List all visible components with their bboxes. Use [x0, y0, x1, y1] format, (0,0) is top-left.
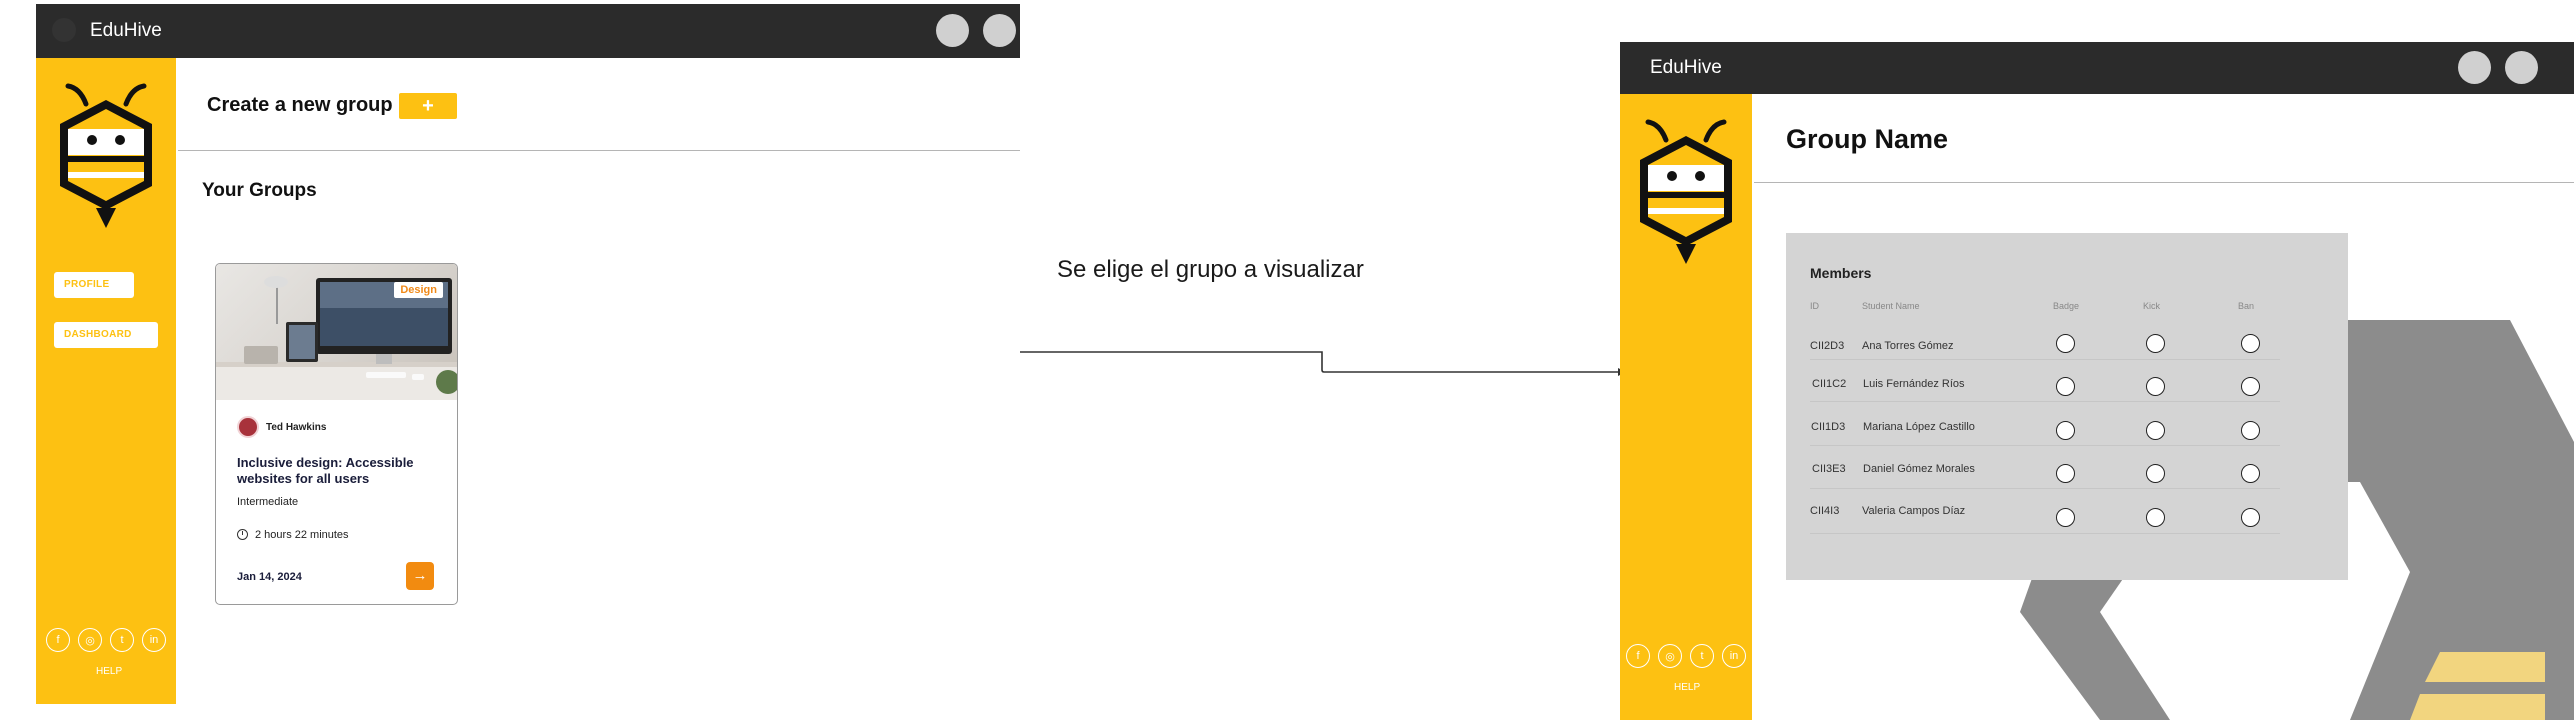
- app-title: EduHive: [1650, 57, 1722, 78]
- linkedin-icon[interactable]: in: [142, 628, 166, 652]
- sidebar-item-dashboard[interactable]: DASHBOARD: [54, 322, 158, 348]
- avatar: [237, 416, 259, 438]
- window-button-1[interactable]: [2458, 51, 2491, 84]
- badge-radio[interactable]: [2056, 377, 2075, 396]
- ban-radio[interactable]: [2241, 421, 2260, 440]
- member-name: Luis Fernández Ríos: [1863, 378, 1965, 390]
- member-id: CII1C2: [1812, 378, 1847, 390]
- member-name: Daniel Gómez Morales: [1863, 463, 1975, 475]
- create-group-label: Create a new group: [207, 94, 393, 116]
- kick-radio[interactable]: [2146, 334, 2165, 353]
- divider: [178, 150, 1020, 151]
- your-groups-heading: Your Groups: [202, 180, 317, 201]
- groups-screen: EduHive PROFILE DASHBOARD f ◎ t in HELP …: [36, 4, 1020, 704]
- card-image: Design: [216, 264, 457, 400]
- row-divider: [1810, 401, 2280, 402]
- kick-radio[interactable]: [2146, 464, 2165, 483]
- card-title: Inclusive design: Accessible websites fo…: [237, 455, 414, 486]
- linkedin-icon[interactable]: in: [1722, 644, 1746, 668]
- app-logo-icon: [52, 18, 76, 42]
- badge-radio[interactable]: [2056, 464, 2075, 483]
- bee-logo-icon: [1640, 119, 1732, 264]
- card-date: Jan 14, 2024: [237, 571, 302, 583]
- ban-radio[interactable]: [2241, 464, 2260, 483]
- members-title: Members: [1810, 265, 1872, 281]
- kick-radio[interactable]: [2146, 421, 2165, 440]
- kick-radio[interactable]: [2146, 377, 2165, 396]
- card-level: Intermediate: [237, 496, 299, 508]
- member-id: CII4I3: [1810, 505, 1840, 517]
- sidebar: PROFILE DASHBOARD f ◎ t in HELP: [36, 58, 176, 704]
- twitter-icon[interactable]: t: [110, 628, 134, 652]
- title-bar: EduHive: [1620, 42, 2574, 94]
- social-links: f ◎ t in: [1626, 644, 1746, 668]
- ban-radio[interactable]: [2241, 334, 2260, 353]
- ban-radio[interactable]: [2241, 377, 2260, 396]
- column-header-id: ID: [1810, 301, 1819, 311]
- group-card[interactable]: Design Ted Hawkins Inclusive design: Acc…: [215, 263, 458, 605]
- arrow-right-icon[interactable]: →: [406, 562, 434, 590]
- window-button-2[interactable]: [983, 14, 1016, 47]
- ban-radio[interactable]: [2241, 508, 2260, 527]
- members-panel: Members ID Student Name Badge Kick Ban C…: [1786, 233, 2348, 580]
- facebook-icon[interactable]: f: [46, 628, 70, 652]
- app-title: EduHive: [90, 20, 162, 41]
- column-header-name: Student Name: [1862, 301, 1920, 311]
- flow-arrow-icon: [1020, 351, 1626, 376]
- member-name: Mariana López Castillo: [1863, 421, 1975, 433]
- twitter-icon[interactable]: t: [1690, 644, 1714, 668]
- bee-logo-icon: [60, 83, 152, 228]
- sidebar: f ◎ t in HELP: [1620, 94, 1752, 720]
- author-name: Ted Hawkins: [266, 422, 327, 433]
- row-divider: [1810, 488, 2280, 489]
- title-bar: EduHive: [36, 4, 1020, 58]
- instagram-icon[interactable]: ◎: [1658, 644, 1682, 668]
- column-header-badge: Badge: [2053, 301, 2080, 311]
- window-button-2[interactable]: [2505, 51, 2538, 84]
- help-link[interactable]: HELP: [96, 666, 122, 677]
- transition-label: Se elige el grupo a visualizar: [1057, 256, 1364, 283]
- row-divider: [1810, 445, 2280, 446]
- row-divider: [1810, 533, 2280, 534]
- badge-radio[interactable]: [2056, 334, 2075, 353]
- create-group-button[interactable]: +: [399, 93, 457, 119]
- help-link[interactable]: HELP: [1674, 682, 1700, 693]
- member-id: CII2D3: [1810, 340, 1845, 352]
- clock-icon: [237, 529, 248, 540]
- card-duration: 2 hours 22 minutes: [255, 529, 349, 541]
- member-id: CII1D3: [1811, 421, 1846, 433]
- page-title: Group Name: [1786, 124, 1949, 154]
- row-divider: [1810, 359, 2280, 360]
- badge-radio[interactable]: [2056, 508, 2075, 527]
- badge-radio[interactable]: [2056, 421, 2075, 440]
- category-tag: Design: [394, 282, 443, 298]
- sidebar-item-profile[interactable]: PROFILE: [54, 272, 134, 298]
- column-header-ban: Ban: [2238, 301, 2255, 311]
- window-button-1[interactable]: [936, 14, 969, 47]
- member-name: Valeria Campos Díaz: [1862, 505, 1966, 517]
- member-name: Ana Torres Gómez: [1862, 340, 1954, 352]
- kick-radio[interactable]: [2146, 508, 2165, 527]
- facebook-icon[interactable]: f: [1626, 644, 1650, 668]
- group-detail-screen: EduHive f ◎ t in HELP Group Name Members…: [1620, 42, 2574, 720]
- member-id: CII3E3: [1812, 463, 1846, 475]
- social-links: f ◎ t in: [46, 628, 166, 652]
- divider: [1754, 182, 2574, 183]
- column-header-kick: Kick: [2143, 301, 2161, 311]
- instagram-icon[interactable]: ◎: [78, 628, 102, 652]
